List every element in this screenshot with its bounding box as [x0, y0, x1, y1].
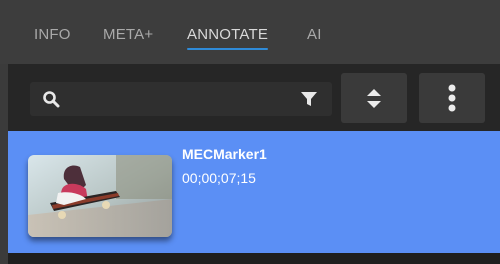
tab-bar: INFO META+ ANNOTATE AI	[0, 0, 500, 64]
marker-list-item[interactable]: MECMarker1 00;00;07;15	[8, 131, 500, 253]
marker-thumbnail	[28, 155, 172, 237]
sort-icon	[367, 89, 381, 108]
annotate-panel: INFO META+ ANNOTATE AI MECMarker1 00;00;…	[0, 0, 500, 264]
more-vertical-icon	[448, 84, 456, 112]
more-options-button[interactable]	[419, 73, 485, 123]
marker-name: MECMarker1	[182, 146, 267, 162]
filter-icon[interactable]	[300, 91, 318, 107]
sort-button[interactable]	[341, 73, 407, 123]
tab-annotate[interactable]: ANNOTATE	[187, 26, 269, 50]
tab-ai[interactable]: AI	[307, 26, 322, 43]
tab-info[interactable]: INFO	[34, 26, 71, 43]
search-icon	[43, 91, 60, 108]
marker-timecode: 00;00;07;15	[182, 170, 256, 186]
tab-meta-plus[interactable]: META+	[103, 26, 153, 43]
search-input[interactable]	[30, 82, 332, 116]
list-bottom-divider	[8, 253, 500, 264]
